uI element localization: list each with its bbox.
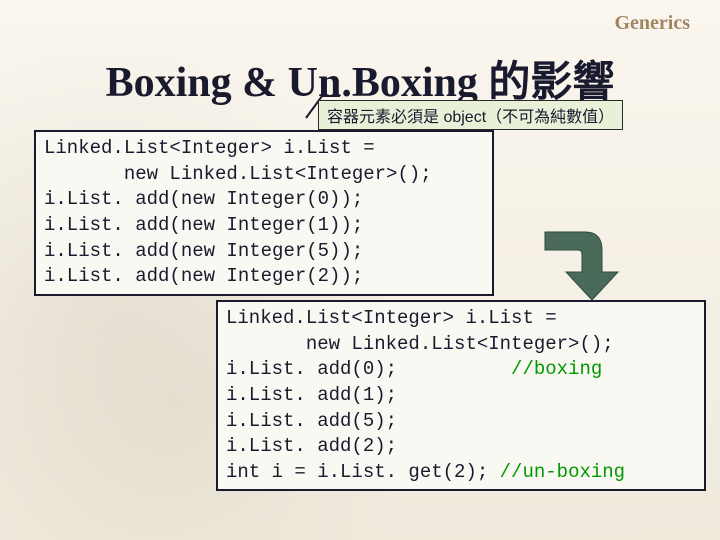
code-comment: //boxing xyxy=(511,358,602,380)
code-line: i.List. add(5); xyxy=(226,410,397,432)
category-label: Generics xyxy=(614,12,690,35)
code-line: Linked.List<Integer> i.List = xyxy=(226,307,557,329)
code-line: new Linked.List<Integer>(); xyxy=(226,333,614,355)
code-block-before: Linked.List<Integer> i.List = new Linked… xyxy=(34,130,494,296)
code-comment: //un-boxing xyxy=(500,461,625,483)
code-line: int i = i.List. get(2); xyxy=(226,461,500,483)
code-line: new Linked.List<Integer>(); xyxy=(44,163,432,185)
code-line: i.List. add(1); xyxy=(226,384,397,406)
code-line: Linked.List<Integer> i.List = xyxy=(44,137,375,159)
code-line: i.List. add(new Integer(2)); xyxy=(44,265,363,287)
callout-note: 容器元素必須是 object（不可為純數值） xyxy=(318,100,623,130)
code-line: i.List. add(2); xyxy=(226,435,397,457)
code-line: i.List. add(new Integer(0)); xyxy=(44,188,363,210)
code-line: i.List. add(new Integer(5)); xyxy=(44,240,363,262)
code-line: i.List. add(0); xyxy=(226,358,511,380)
code-block-after: Linked.List<Integer> i.List = new Linked… xyxy=(216,300,706,491)
arrow-down-right-icon xyxy=(530,220,620,310)
code-line: i.List. add(new Integer(1)); xyxy=(44,214,363,236)
